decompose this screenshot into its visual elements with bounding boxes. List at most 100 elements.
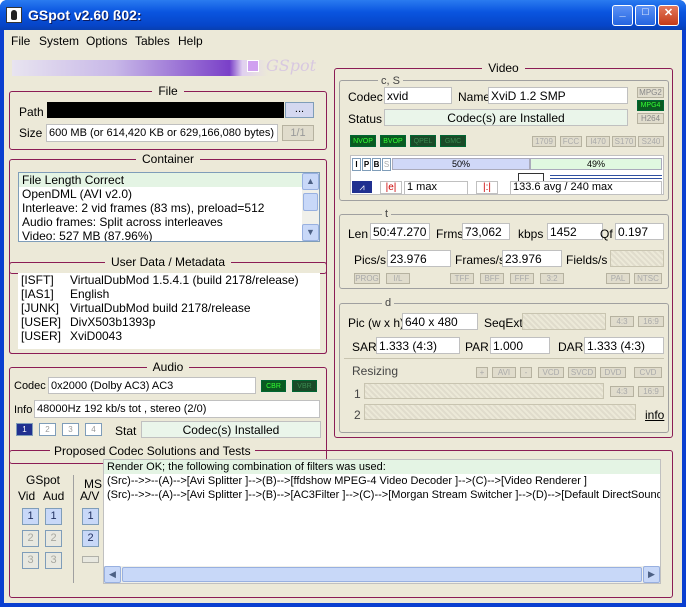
codec-subpanel-title: c, S bbox=[378, 75, 403, 87]
audio-stream-tab-4[interactable]: 4 bbox=[85, 423, 102, 436]
gspot-aud-3-button[interactable]: 3 bbox=[45, 552, 62, 569]
table-row[interactable]: [JUNK] VirtualDubMod build 2178/release bbox=[18, 301, 320, 315]
aud-label: Aud bbox=[43, 489, 65, 503]
list-item[interactable]: Video: 527 MB (87.96%) bbox=[19, 229, 319, 241]
audio-stream-tab-1[interactable]: 1 bbox=[16, 423, 33, 436]
path-field[interactable] bbox=[47, 102, 284, 118]
audio-codec-label: Codec bbox=[14, 380, 46, 392]
list-item[interactable]: Audio frames: Split across interleaves bbox=[19, 215, 319, 229]
menu-system[interactable]: System bbox=[39, 34, 79, 48]
gspot-aud-1-button[interactable]: 1 bbox=[45, 508, 62, 525]
minimize-button[interactable]: _ bbox=[612, 5, 633, 26]
maximize-button[interactable]: □ bbox=[635, 5, 656, 26]
table-row[interactable]: [ISFT] VirtualDubMod 1.5.4.1 (build 2178/… bbox=[18, 273, 320, 287]
list-item[interactable]: Interleave: 2 vid frames (83 ms), preloa… bbox=[19, 201, 319, 215]
ar-4-3-indicator: 4:3 bbox=[610, 316, 634, 327]
resize-ar-4-3: 4:3 bbox=[610, 386, 634, 397]
userdata-list[interactable]: [ISFT] VirtualDubMod 1.5.4.1 (build 2178/… bbox=[18, 273, 320, 349]
resize-minus-button[interactable]: - bbox=[520, 367, 532, 378]
list-item[interactable]: Render OK; the following combination of … bbox=[104, 460, 660, 474]
audio-info-field: 48000Hz 192 kb/s tot , stereo (2/0) bbox=[34, 400, 320, 418]
gspot-aud-2-button[interactable]: 2 bbox=[45, 530, 62, 547]
ms-2-button[interactable]: 2 bbox=[82, 530, 99, 547]
frame-pct-bar-2: 49% bbox=[530, 158, 662, 170]
video-codec-label: Codec bbox=[348, 90, 383, 104]
resize-avi-button[interactable]: AVI bbox=[492, 367, 516, 378]
scroll-down-icon[interactable]: ▼ bbox=[302, 224, 319, 241]
menu-options[interactable]: Options bbox=[86, 34, 127, 48]
tag-cell: [IAS1] bbox=[21, 287, 54, 301]
resize-row-2-field bbox=[364, 404, 636, 420]
browse-button[interactable]: ... bbox=[285, 102, 314, 118]
audio-stream-tab-2[interactable]: 2 bbox=[39, 423, 56, 436]
scroll-left-icon[interactable]: ◀ bbox=[104, 566, 121, 583]
bframe-logo-icon: ⩘ bbox=[352, 181, 372, 193]
menu-help[interactable]: Help bbox=[178, 34, 203, 48]
list-item[interactable]: (Src)-->>--(A)-->[Avi Splitter ]-->(B)--… bbox=[104, 488, 660, 502]
horizontal-scrollbar[interactable]: ◀ ▶ bbox=[104, 566, 660, 583]
frms-label: Frms bbox=[436, 227, 464, 241]
resize-cvd-button[interactable]: CVD bbox=[634, 367, 662, 378]
close-button[interactable]: ✕ bbox=[658, 5, 679, 26]
bitrate-marker-icon: |:| bbox=[476, 181, 498, 194]
dar-field: 1.333 (4:3) bbox=[584, 337, 664, 354]
dar-label: DAR bbox=[558, 340, 584, 354]
table-row[interactable]: [IAS1] English bbox=[18, 287, 320, 301]
filter-graph-list[interactable]: Render OK; the following combination of … bbox=[103, 459, 661, 584]
fields-label: Fields/s bbox=[566, 253, 608, 267]
resize-row-1-label: 1 bbox=[354, 387, 361, 401]
divider bbox=[344, 358, 664, 359]
h264-indicator: H264 bbox=[637, 113, 664, 124]
container-scrollbar[interactable]: ▲ ▼ bbox=[302, 173, 319, 241]
info-link[interactable]: info bbox=[645, 408, 664, 422]
prog-indicator: PROG bbox=[354, 273, 380, 284]
table-row[interactable]: [USER] XviD0043 bbox=[18, 329, 320, 343]
gspot-vid-1-button[interactable]: 1 bbox=[22, 508, 39, 525]
resize-vcd-button[interactable]: VCD bbox=[538, 367, 564, 378]
table-row[interactable]: [USER] DivX503b1393p bbox=[18, 315, 320, 329]
scroll-right-icon[interactable]: ▶ bbox=[643, 566, 660, 583]
audio-stream-tab-3[interactable]: 3 bbox=[62, 423, 79, 436]
list-item[interactable]: OpenDML (AVI v2.0) bbox=[19, 187, 319, 201]
resize-plus-button[interactable]: + bbox=[476, 367, 488, 378]
ms-3-button[interactable] bbox=[82, 556, 99, 563]
frms-field: 73,062 bbox=[462, 223, 510, 240]
av-label: A/V bbox=[80, 489, 100, 503]
page-indicator[interactable]: 1/1 bbox=[282, 125, 314, 141]
gspot-vid-3-button[interactable]: 3 bbox=[22, 552, 39, 569]
file-panel-title: File bbox=[152, 84, 184, 98]
audio-codec-field: 0x2000 (Dolby AC3) AC3 bbox=[48, 377, 256, 394]
path-label: Path bbox=[19, 105, 44, 119]
qf-label: Qf bbox=[600, 227, 613, 241]
resize-row-2-label: 2 bbox=[354, 408, 361, 422]
scroll-thumb[interactable] bbox=[122, 567, 642, 582]
gspot-vid-2-button[interactable]: 2 bbox=[22, 530, 39, 547]
nvop-indicator: NVOP bbox=[350, 135, 376, 147]
list-item[interactable]: (Src)-->>--(A)-->[Avi Splitter ]-->(B)--… bbox=[104, 474, 660, 488]
pic-field: 640 x 480 bbox=[402, 313, 478, 330]
scroll-up-icon[interactable]: ▲ bbox=[302, 173, 319, 190]
list-item[interactable]: File Length Correct bbox=[19, 173, 319, 187]
pal-indicator: PAL bbox=[606, 273, 630, 284]
menu-file[interactable]: File bbox=[11, 34, 30, 48]
app-icon[interactable] bbox=[6, 7, 22, 23]
len-label: Len bbox=[348, 227, 369, 241]
menu-tables[interactable]: Tables bbox=[135, 34, 170, 48]
logo-gradient-bar bbox=[12, 60, 268, 76]
container-list[interactable]: File Length Correct OpenDML (AVI v2.0) I… bbox=[18, 172, 320, 242]
tag-cell: [ISFT] bbox=[21, 273, 54, 287]
tag-cell: [USER] bbox=[21, 315, 62, 329]
resize-row-1-field bbox=[364, 383, 604, 399]
container-panel-title: Container bbox=[135, 152, 201, 166]
seqext-label: SeqExt bbox=[484, 316, 523, 330]
bvop-indicator: BVOP bbox=[380, 135, 406, 147]
logo-text: GSpot bbox=[266, 56, 317, 75]
frames-label: Frames/s bbox=[455, 253, 506, 267]
scroll-thumb[interactable] bbox=[303, 193, 318, 211]
resize-dvd-button[interactable]: DVD bbox=[600, 367, 626, 378]
ms-1-button[interactable]: 1 bbox=[82, 508, 99, 525]
resize-svcd-button[interactable]: SVCD bbox=[568, 367, 596, 378]
cbr-indicator: CBR bbox=[261, 380, 286, 392]
userdata-frame: User Data / Metadata [ISFT] VirtualDubMod… bbox=[9, 255, 327, 354]
title-bar[interactable]: GSpot v2.60 ß02: _ □ ✕ bbox=[0, 0, 686, 30]
